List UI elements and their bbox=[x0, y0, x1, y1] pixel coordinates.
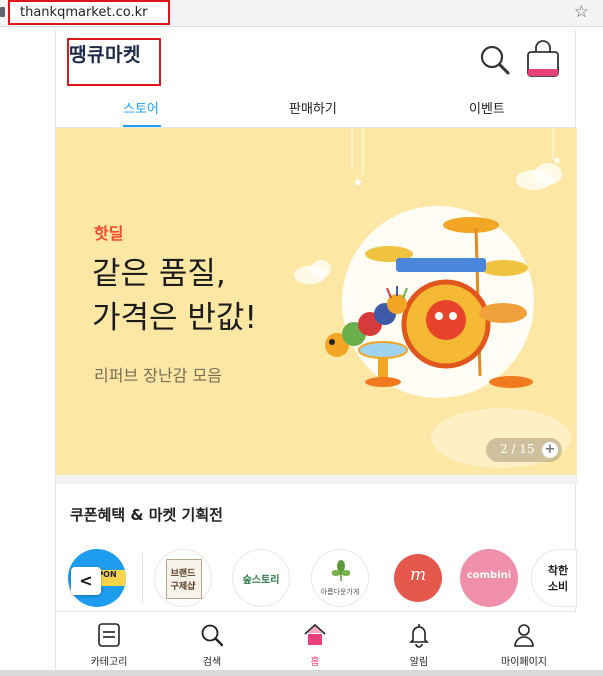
hero-banner[interactable]: ★ ★ 핫딜 같은 품질, 가격은 반값! 리퍼브 장난감 모음 2 / 15 … bbox=[56, 128, 577, 475]
m-brand-label: m bbox=[409, 565, 427, 585]
nav-alarm-label: 알림 bbox=[409, 657, 429, 668]
brand-refurb-label-1: 브랜드 bbox=[170, 569, 196, 579]
star-icon[interactable]: ☆ bbox=[574, 2, 589, 22]
carousel-prev-button[interactable]: < bbox=[71, 567, 101, 595]
active-tab-underline bbox=[123, 125, 161, 127]
svg-text:★: ★ bbox=[353, 175, 364, 189]
good-consumption-label-1: 착한 bbox=[547, 564, 569, 577]
user-icon bbox=[514, 624, 534, 647]
home-icon bbox=[304, 623, 326, 645]
browser-address-bar: thankqmarket.co.kr ☆ bbox=[0, 0, 603, 27]
banner-headline-line2: 가격은 반값! bbox=[92, 300, 257, 336]
window-bottom-edge bbox=[0, 670, 603, 676]
m-brand-item[interactable]: m bbox=[389, 549, 447, 607]
brand-refurb-item[interactable]: 브랜드 구제샵 bbox=[154, 549, 212, 607]
nav-category[interactable]: 카테고리 bbox=[59, 612, 159, 672]
banner-headline-line1: 같은 품질, bbox=[92, 256, 226, 292]
nav-alarm[interactable]: 알림 bbox=[369, 612, 469, 672]
banner-pager[interactable]: 2 / 15 + bbox=[486, 438, 562, 462]
url-text[interactable]: thankqmarket.co.kr bbox=[20, 5, 147, 20]
nav-mypage[interactable]: 마이페이지 bbox=[474, 612, 574, 672]
beautiful-store-label: 아름다운가게 bbox=[320, 588, 360, 596]
leaf-icon bbox=[332, 560, 350, 581]
soop-story-label: 숲스토리 bbox=[242, 575, 280, 586]
lock-icon bbox=[0, 7, 5, 17]
bell-icon bbox=[409, 624, 429, 648]
nav-mypage-label: 마이페이지 bbox=[501, 657, 547, 668]
brand-refurb-label-2: 구제샵 bbox=[170, 582, 196, 592]
nav-search-label: 검색 bbox=[202, 657, 222, 668]
nav-home[interactable]: 홈 bbox=[265, 612, 365, 672]
tab-store[interactable]: 스토어 bbox=[123, 98, 159, 117]
nav-home-label: 홈 bbox=[310, 657, 320, 668]
tab-event[interactable]: 이벤트 bbox=[469, 98, 505, 117]
tab-sell[interactable]: 판매하기 bbox=[289, 98, 337, 117]
good-consumption-item[interactable]: 착한 소비 bbox=[531, 549, 577, 607]
bottom-navigation: 카테고리 검색 홈 알림 마이페이지 bbox=[56, 611, 577, 676]
app-frame: 땡큐마켓 스토어 판매하기 이벤트 ★ ★ 핫딜 같은 품질, 가격은 반값! … bbox=[55, 30, 577, 676]
hot-deal-label: 핫딜 bbox=[94, 224, 124, 243]
section-title: 쿠폰혜택 & 마켓 기획전 bbox=[70, 506, 223, 524]
banner-subline: 리퍼브 장난감 모음 bbox=[94, 366, 222, 385]
url-highlight-box[interactable]: thankqmarket.co.kr bbox=[8, 0, 170, 25]
soop-story-item[interactable]: 숲스토리 bbox=[232, 549, 290, 607]
category-icon bbox=[98, 623, 120, 647]
pager-text: 2 / 15 bbox=[500, 442, 535, 456]
banner-headline: 같은 품질, 가격은 반값! bbox=[92, 252, 257, 340]
search-icon[interactable] bbox=[479, 44, 511, 76]
beautiful-store-item[interactable]: 아름다운가게 bbox=[311, 549, 369, 607]
nav-search[interactable]: 검색 bbox=[162, 612, 262, 672]
plus-icon[interactable]: + bbox=[542, 442, 558, 458]
combini-label: combini bbox=[466, 570, 512, 581]
search-icon bbox=[201, 624, 224, 647]
good-consumption-label-2: 소비 bbox=[547, 580, 569, 593]
store-tabs: 스토어 판매하기 이벤트 bbox=[56, 92, 577, 128]
nav-category-label: 카테고리 bbox=[90, 657, 128, 668]
section-divider bbox=[56, 475, 577, 484]
item-divider bbox=[142, 553, 143, 603]
shopping-bag-icon[interactable] bbox=[525, 40, 561, 78]
combini-item[interactable]: combini bbox=[460, 549, 518, 607]
logo[interactable]: 땡큐마켓 bbox=[69, 40, 141, 67]
